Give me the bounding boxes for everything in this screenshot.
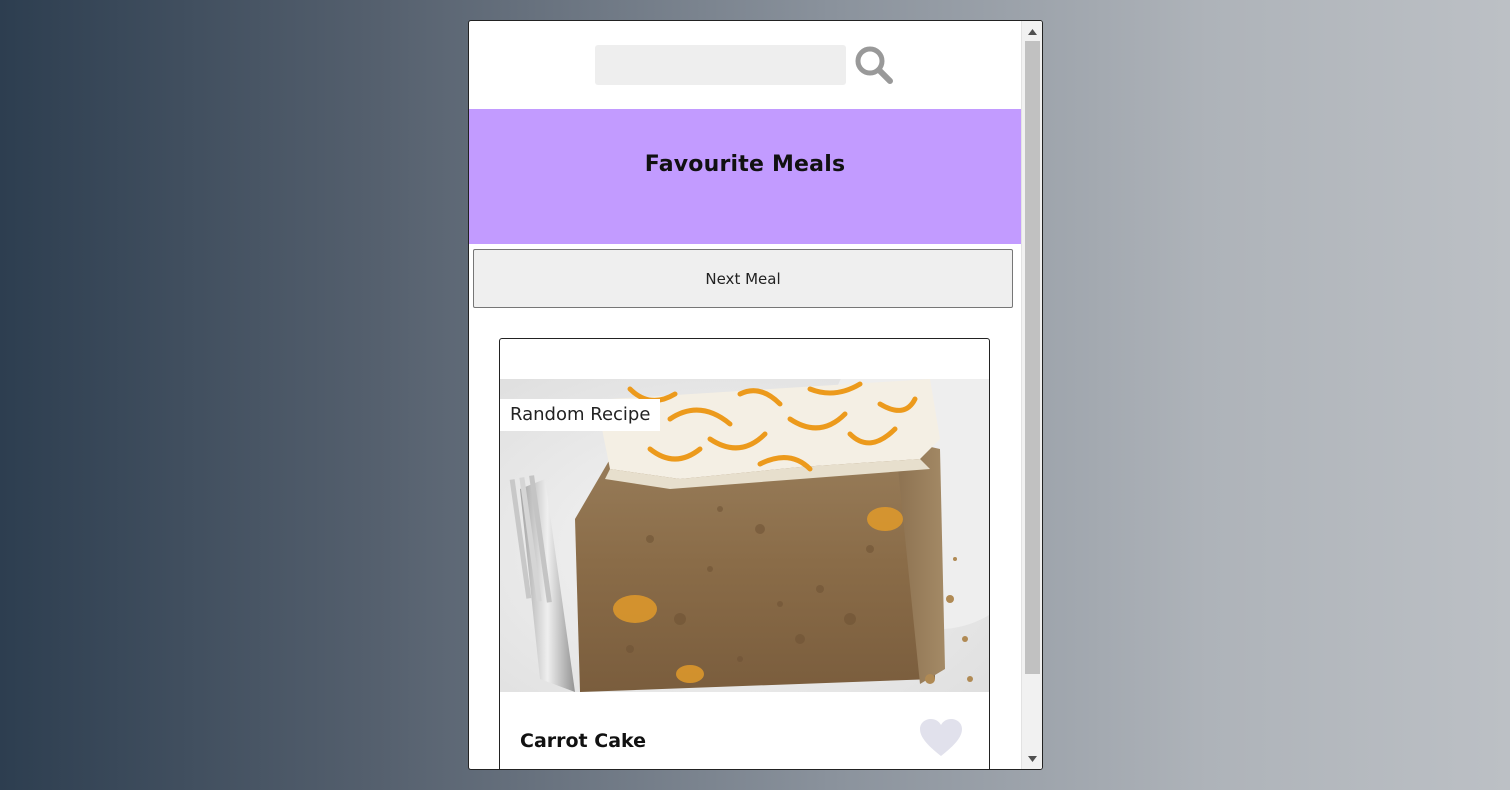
chevron-down-icon: [1028, 755, 1037, 762]
scroll-up-arrow[interactable]: [1022, 23, 1042, 40]
meal-header: Random Recipe: [500, 379, 989, 692]
main-content: Favourite Meals Next Meal Random Recipe …: [469, 21, 1021, 769]
scroll-down-arrow[interactable]: [1022, 750, 1042, 767]
random-recipe-badge: Random Recipe: [500, 399, 661, 431]
search-input[interactable]: [594, 45, 846, 85]
meal-body: Carrot Cake: [500, 692, 989, 769]
meal-card: Random Recipe Carrot Cake: [499, 338, 990, 769]
favourite-button[interactable]: [918, 718, 964, 760]
favourites-title: Favourite Meals: [644, 152, 846, 177]
next-meal-button[interactable]: Next Meal: [473, 249, 1013, 308]
favourites-section: Favourite Meals: [469, 109, 1021, 244]
scroll-thumb[interactable]: [1025, 41, 1040, 674]
meal-name: Carrot Cake: [520, 730, 647, 752]
search-icon: [855, 46, 893, 84]
chevron-up-icon: [1028, 28, 1037, 35]
scrollbar[interactable]: [1021, 21, 1042, 769]
app-window: Favourite Meals Next Meal Random Recipe …: [468, 20, 1043, 770]
search-button[interactable]: [852, 43, 896, 87]
search-bar: [469, 21, 1021, 109]
heart-icon: [920, 719, 962, 756]
